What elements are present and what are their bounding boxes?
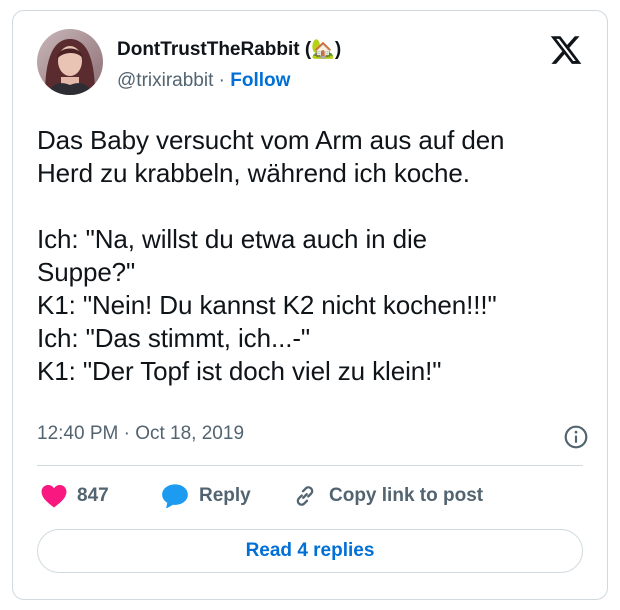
- author-display-name[interactable]: DontTrustTheRabbit (🏡): [117, 37, 341, 61]
- like-action[interactable]: 847: [41, 481, 109, 511]
- separator-dot: ·: [218, 70, 225, 91]
- author-handle-row: @trixirabbit · Follow: [117, 70, 290, 92]
- like-count: 847: [77, 485, 109, 506]
- author-name-row[interactable]: DontTrustTheRabbit (🏡): [117, 37, 341, 61]
- follow-button[interactable]: Follow: [230, 70, 290, 91]
- link-icon[interactable]: [291, 482, 319, 510]
- x-logo-icon[interactable]: [549, 33, 583, 67]
- info-icon[interactable]: [563, 424, 589, 450]
- timestamp[interactable]: 12:40 PM · Oct 18, 2019: [37, 423, 244, 445]
- heart-icon[interactable]: [41, 484, 67, 508]
- avatar[interactable]: [37, 29, 103, 95]
- reply-bubble-icon[interactable]: [161, 483, 189, 509]
- divider: [37, 465, 583, 466]
- copy-link-label: Copy link to post: [329, 485, 484, 506]
- author-handle[interactable]: @trixirabbit: [117, 70, 213, 91]
- reply-label: Reply: [199, 485, 251, 506]
- reply-action[interactable]: Reply: [161, 481, 251, 511]
- tweet-card: DontTrustTheRabbit (🏡) @trixirabbit · Fo…: [12, 10, 608, 600]
- tweet-text: Das Baby versucht vom Arm aus auf den He…: [37, 125, 505, 386]
- copy-link-action[interactable]: Copy link to post: [291, 481, 483, 511]
- read-replies-button[interactable]: Read 4 replies: [37, 529, 583, 573]
